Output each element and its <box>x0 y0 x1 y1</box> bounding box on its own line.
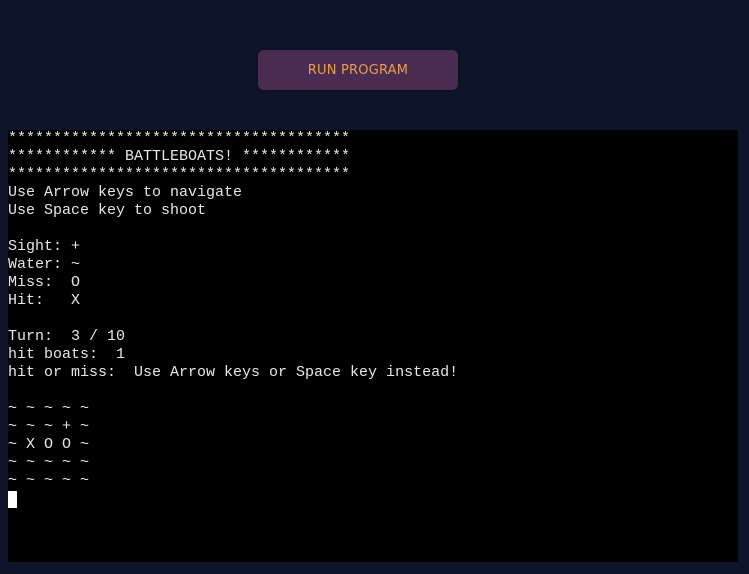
text-cursor <box>8 491 17 508</box>
terminal-line: ************ BATTLEBOATS! ************ <box>8 148 351 165</box>
terminal-line: ************************************** <box>8 130 351 147</box>
terminal-line: hit or miss: Use Arrow keys or Space key… <box>8 364 459 381</box>
terminal-line: Use Space key to shoot <box>8 202 207 219</box>
board-row: ~ X O O ~ <box>8 436 90 453</box>
terminal-line: ************************************** <box>8 166 351 183</box>
terminal-output[interactable]: ************************************** *… <box>8 130 738 562</box>
board-row: ~ ~ ~ ~ ~ <box>8 454 90 471</box>
terminal-line: Use Arrow keys to navigate <box>8 184 243 201</box>
terminal-line: Sight: + <box>8 238 81 255</box>
board-row: ~ ~ ~ ~ ~ <box>8 400 90 417</box>
terminal-line: Water: ~ <box>8 256 81 273</box>
terminal-line: Miss: O <box>8 274 81 291</box>
run-program-button[interactable]: RUN PROGRAM <box>258 50 458 90</box>
terminal-line: Turn: 3 / 10 <box>8 328 126 345</box>
terminal-line: hit boats: 1 <box>8 346 126 363</box>
terminal-lines: ************************************** *… <box>8 130 458 508</box>
terminal-line: Hit: X <box>8 292 81 309</box>
board-row: ~ ~ ~ + ~ <box>8 418 90 435</box>
board-row: ~ ~ ~ ~ ~ <box>8 472 90 489</box>
